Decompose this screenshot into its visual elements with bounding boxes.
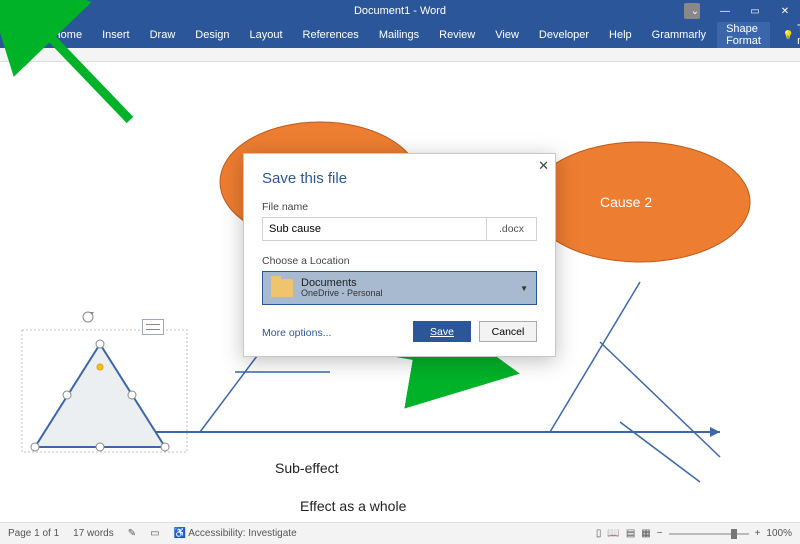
save-icon[interactable]: 💾 <box>8 5 22 18</box>
focus-mode-icon[interactable]: ▯ <box>596 528 602 539</box>
accessibility-status[interactable]: ♿ Accessibility: Investigate <box>174 528 297 539</box>
tab-references[interactable]: References <box>294 22 368 48</box>
undo-icon[interactable]: ↶ <box>30 5 39 18</box>
zoom-slider[interactable] <box>669 533 749 535</box>
location-label: Choose a Location <box>262 255 537 267</box>
word-count[interactable]: 17 words <box>73 528 114 539</box>
save-dialog: ✕ Save this file File name .docx Choose … <box>243 153 556 357</box>
ruler <box>0 48 800 62</box>
ribbon-options-icon[interactable]: ⌄ <box>680 0 710 22</box>
tab-insert[interactable]: Insert <box>93 22 139 48</box>
more-options-link[interactable]: More options... <box>262 327 331 339</box>
display-settings-icon[interactable]: ▭ <box>150 528 159 539</box>
tab-design[interactable]: Design <box>186 22 238 48</box>
status-bar: Page 1 of 1 17 words ✎ ▭ ♿ Accessibility… <box>0 522 800 544</box>
qat-dropdown-icon[interactable]: ▾ <box>47 5 53 18</box>
cause2-label: Cause 2 <box>600 194 652 210</box>
tab-shape-format[interactable]: Shape Format <box>717 22 770 48</box>
web-layout-icon[interactable]: ▦ <box>641 528 650 539</box>
quick-access-toolbar: 💾 ↶ ▾ ↻ <box>0 5 70 18</box>
ribbon-tabs: File Home Insert Draw Design Layout Refe… <box>0 22 800 48</box>
cancel-button[interactable]: Cancel <box>479 321 537 342</box>
tab-view[interactable]: View <box>486 22 528 48</box>
read-mode-icon[interactable]: 📖 <box>607 528 619 539</box>
close-icon[interactable]: ✕ <box>770 0 800 22</box>
tab-help[interactable]: Help <box>600 22 641 48</box>
title-bar: 💾 ↶ ▾ ↻ Document1 - Word ⌄ — ▭ ✕ <box>0 0 800 22</box>
file-name-row: .docx <box>262 217 537 241</box>
tab-layout[interactable]: Layout <box>241 22 292 48</box>
chevron-down-icon: ▼ <box>520 284 528 293</box>
dialog-title: Save this file <box>262 170 537 187</box>
text-box-icon[interactable] <box>142 319 164 335</box>
location-sub: OneDrive - Personal <box>301 289 383 299</box>
tell-me[interactable]: Tell me <box>774 22 800 48</box>
zoom-level[interactable]: 100% <box>766 528 792 539</box>
location-dropdown[interactable]: Documents OneDrive - Personal ▼ <box>262 271 537 305</box>
tab-draw[interactable]: Draw <box>141 22 185 48</box>
tab-developer[interactable]: Developer <box>530 22 598 48</box>
spellcheck-icon[interactable]: ✎ <box>128 528 136 539</box>
tab-review[interactable]: Review <box>430 22 484 48</box>
tab-mailings[interactable]: Mailings <box>370 22 428 48</box>
print-layout-icon[interactable]: ▤ <box>626 528 635 539</box>
file-name-label: File name <box>262 201 537 213</box>
sub-effect-label: Sub-effect <box>275 460 339 476</box>
maximize-icon[interactable]: ▭ <box>740 0 770 22</box>
file-name-input[interactable] <box>263 218 486 240</box>
save-button[interactable]: Save <box>413 321 471 342</box>
zoom-in-icon[interactable]: + <box>755 528 761 539</box>
window-title: Document1 - Word <box>354 5 446 17</box>
dialog-close-icon[interactable]: ✕ <box>538 158 549 174</box>
file-ext-dropdown[interactable]: .docx <box>486 218 536 240</box>
effect-whole-label: Effect as a whole <box>300 498 406 514</box>
tab-grammarly[interactable]: Grammarly <box>643 22 715 48</box>
zoom-out-icon[interactable]: − <box>657 528 663 539</box>
folder-icon <box>271 279 293 297</box>
tab-file[interactable]: File <box>6 22 42 48</box>
tab-home[interactable]: Home <box>44 22 91 48</box>
minimize-icon[interactable]: — <box>710 0 740 22</box>
redo-icon[interactable]: ↻ <box>60 5 69 18</box>
window-controls: ⌄ — ▭ ✕ <box>680 0 800 22</box>
page-indicator[interactable]: Page 1 of 1 <box>8 528 59 539</box>
